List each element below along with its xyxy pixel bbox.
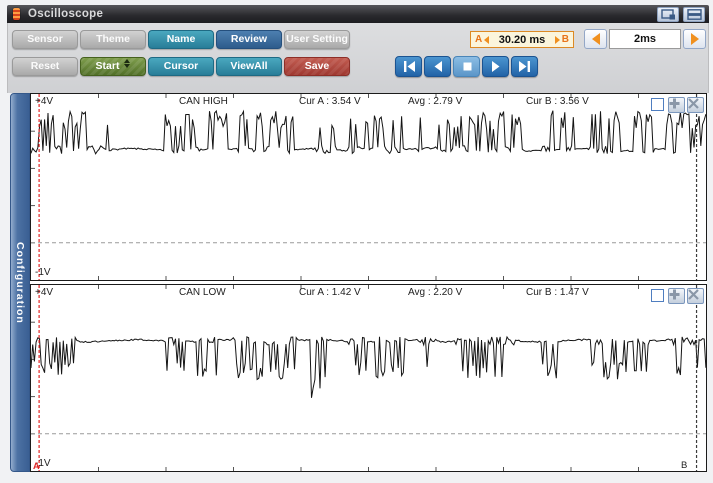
- last-icon: [519, 61, 531, 72]
- cursor-a-marker[interactable]: A: [33, 461, 40, 471]
- triangle-right-icon: [555, 36, 560, 44]
- tile-rows-icon: [687, 9, 702, 20]
- stop-icon: [461, 61, 473, 72]
- playback-first-button[interactable]: [395, 56, 422, 77]
- playback-prev-button[interactable]: [424, 56, 451, 77]
- review-button[interactable]: Review: [216, 30, 282, 49]
- timebase-increase-button[interactable]: [683, 29, 706, 49]
- button-label: Review: [231, 33, 267, 45]
- scale-top-label: +4V: [35, 287, 53, 298]
- playback-stop-button[interactable]: [453, 56, 480, 77]
- channel-panel-can-high: +4V CAN HIGH Cur A : 3.54 V Avg : 2.79 V…: [30, 93, 707, 281]
- record-time-value: 30.20 ms: [489, 34, 555, 46]
- avg-readout: Avg : 2.79 V: [408, 96, 462, 107]
- button-label: Cursor: [164, 60, 198, 72]
- cursor-a-readout: Cur A : 1.42 V: [299, 287, 361, 298]
- first-icon: [403, 61, 415, 72]
- arrow-right-icon: [691, 33, 699, 45]
- cursor-button[interactable]: Cursor: [148, 57, 214, 76]
- app-icon: [13, 8, 20, 20]
- zoom-in-button[interactable]: [668, 97, 685, 113]
- viewall-button[interactable]: ViewAll: [216, 57, 282, 76]
- channel-select-checkbox[interactable]: [651, 289, 664, 302]
- cursor-b-readout: Cur B : 1.47 V: [526, 287, 589, 298]
- button-label: Sensor: [27, 33, 63, 45]
- cursor-a-readout: Cur A : 3.54 V: [299, 96, 361, 107]
- scale-bottom-label: -1V: [35, 267, 51, 278]
- next-icon: [490, 61, 502, 72]
- cursor-b-tag: B: [562, 34, 569, 45]
- layout-icon: [661, 9, 676, 20]
- button-label: Theme: [96, 33, 130, 45]
- start-button[interactable]: Start: [80, 57, 146, 76]
- cursor-a-tag: A: [475, 34, 482, 45]
- button-label: ViewAll: [230, 60, 267, 72]
- plus-icon: [669, 289, 680, 300]
- button-label: User Setting: [286, 33, 348, 45]
- cursor-b-readout: Cur B : 3.56 V: [526, 96, 589, 107]
- name-button[interactable]: Name: [148, 30, 214, 49]
- button-label: Reset: [31, 60, 60, 72]
- reset-button[interactable]: Reset: [12, 57, 78, 76]
- button-label: Save: [305, 60, 330, 72]
- timebase-select[interactable]: 2ms: [609, 29, 681, 49]
- playback-next-button[interactable]: [482, 56, 509, 77]
- prev-icon: [432, 61, 444, 72]
- record-time-display[interactable]: A 30.20 ms B: [470, 31, 574, 48]
- sidebar-label: Configuration: [14, 242, 26, 324]
- avg-readout: Avg : 2.20 V: [408, 287, 462, 298]
- channel-name: CAN LOW: [179, 287, 226, 298]
- layout-window-icon[interactable]: [657, 7, 679, 22]
- channel-select-checkbox[interactable]: [651, 98, 664, 111]
- channel-panel-can-low: +4V CAN LOW Cur A : 1.42 V Avg : 2.20 V …: [30, 284, 707, 472]
- waveform-can-low[interactable]: [31, 285, 706, 471]
- close-channel-button[interactable]: [687, 97, 704, 113]
- arrow-left-icon: [592, 33, 600, 45]
- scale-top-label: +4V: [35, 96, 53, 107]
- button-label: Name: [167, 33, 196, 45]
- cursor-b-marker[interactable]: B: [681, 460, 687, 471]
- sidebar-configuration-tab[interactable]: Configuration: [10, 93, 30, 472]
- save-button[interactable]: Save: [284, 57, 350, 76]
- button-label: Start: [96, 60, 120, 72]
- timebase-decrease-button[interactable]: [584, 29, 607, 49]
- close-icon: [688, 289, 699, 300]
- waveform-can-high[interactable]: [31, 94, 706, 280]
- channel-name: CAN HIGH: [179, 96, 228, 107]
- theme-button[interactable]: Theme: [80, 30, 146, 49]
- playback-last-button[interactable]: [511, 56, 538, 77]
- window-title: Oscilloscope: [28, 8, 103, 20]
- zoom-in-button[interactable]: [668, 288, 685, 304]
- user-setting-button[interactable]: User Setting: [284, 30, 350, 49]
- sensor-button[interactable]: Sensor: [12, 30, 78, 49]
- tile-rows-window-icon[interactable]: [683, 7, 705, 22]
- plus-icon: [669, 98, 680, 109]
- spinner-updown-icon: [124, 59, 130, 69]
- title-bar: Oscilloscope: [7, 5, 709, 23]
- close-channel-button[interactable]: [687, 288, 704, 304]
- close-icon: [688, 98, 699, 109]
